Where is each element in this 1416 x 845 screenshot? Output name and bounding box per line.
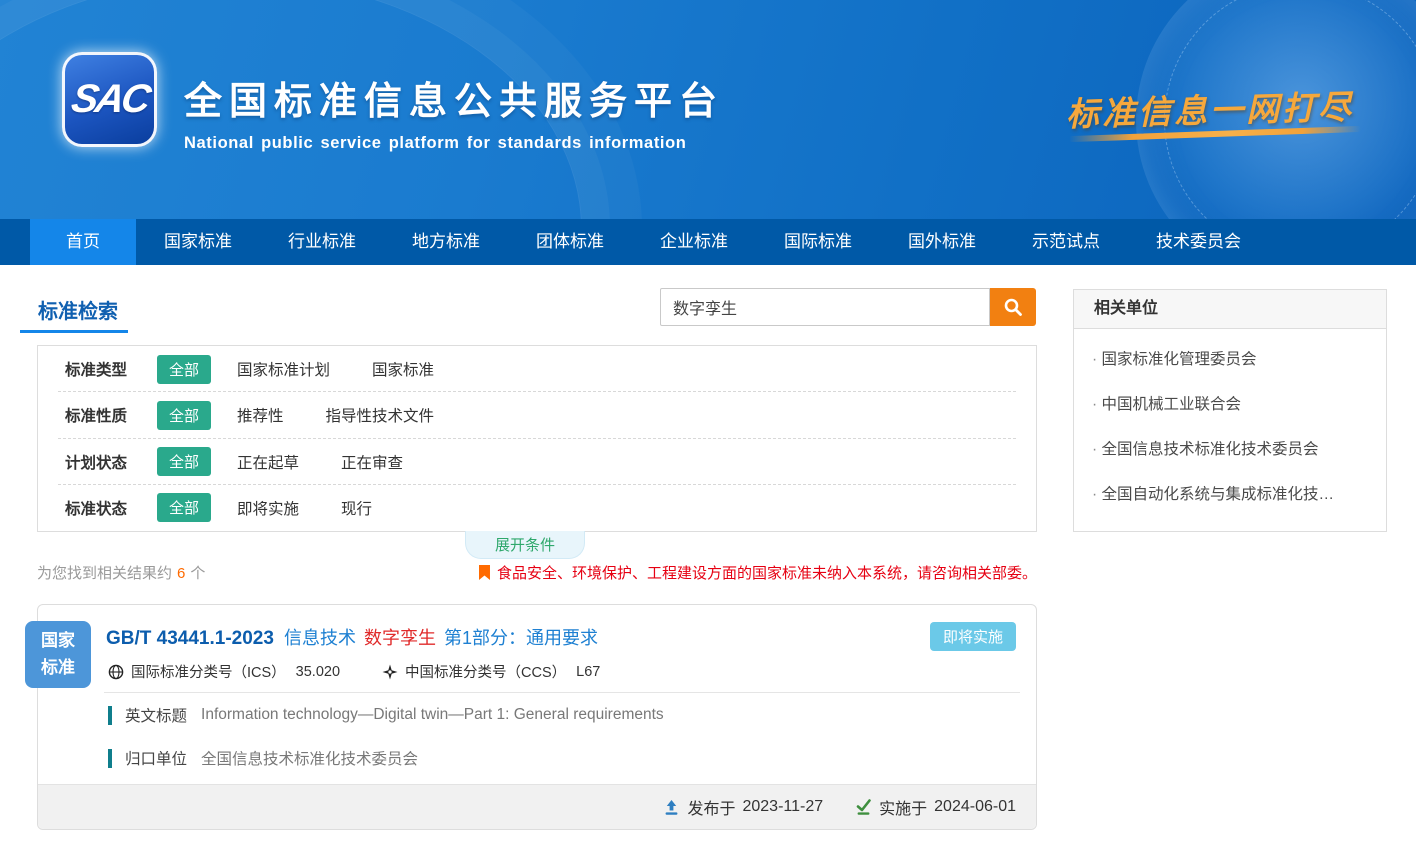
filter-all-button[interactable]: 全部 bbox=[157, 401, 211, 430]
publish-upload-icon bbox=[663, 799, 680, 816]
card-footer: 发布于 2023-11-27 实施于 2024-06-01 bbox=[38, 784, 1036, 829]
published-date-group: 发布于 2023-11-27 bbox=[663, 795, 823, 819]
implemented-date-group: 实施于 2024-06-01 bbox=[855, 795, 1016, 819]
filter-all-button[interactable]: 全部 bbox=[157, 493, 211, 522]
search-button[interactable] bbox=[990, 288, 1036, 326]
filter-label: 计划状态 bbox=[65, 451, 157, 473]
ccs-label: 中国标准分类号（CCS） bbox=[405, 661, 566, 682]
row-accent-bar bbox=[108, 749, 112, 768]
expand-conditions-button[interactable]: 展开条件 bbox=[465, 531, 585, 559]
related-unit-link[interactable]: 全国自动化系统与集成标准化技… bbox=[1092, 472, 1368, 517]
site-title-cn: 全国标准信息公共服务平台 bbox=[184, 70, 724, 125]
results-count-suffix: 个 bbox=[190, 565, 205, 582]
result-card: 国家 标准 GB/T 43441.1-2023 信息技术数字孪生第1部分：通用要求… bbox=[37, 604, 1037, 830]
filter-row-standard-nature: 标准性质 全部 推荐性 指导性技术文件 bbox=[38, 392, 1036, 438]
related-unit-link[interactable]: 国家标准化管理委员会 bbox=[1092, 337, 1368, 382]
badge-line1: 国家 bbox=[41, 628, 75, 654]
filter-all-button[interactable]: 全部 bbox=[157, 355, 211, 384]
nav-item-international-standards[interactable]: 国际标准 bbox=[756, 219, 880, 265]
nav-item-enterprise-standards[interactable]: 企业标准 bbox=[632, 219, 756, 265]
filter-option[interactable]: 推荐性 bbox=[237, 404, 284, 426]
page: 标准信息一网打尽 SAC 全国标准信息公共服务平台 National publi… bbox=[0, 0, 1416, 845]
site-title-en: National public service platform for sta… bbox=[184, 134, 724, 153]
filter-option[interactable]: 指导性技术文件 bbox=[326, 404, 435, 426]
results-info-row: 为您找到相关结果约 6个 食品安全、环境保护、工程建设方面的国家标准未纳入本系统，… bbox=[37, 562, 1037, 583]
filter-option[interactable]: 国家标准 bbox=[372, 358, 434, 380]
related-units-list: 国家标准化管理委员会 中国机械工业联合会 全国信息技术标准化技术委员会 全国自动… bbox=[1074, 329, 1386, 531]
sac-logo-text: SAC bbox=[68, 77, 151, 122]
nav-item-pilot[interactable]: 示范试点 bbox=[1004, 219, 1128, 265]
national-standard-badge: 国家 标准 bbox=[25, 621, 91, 688]
bookmark-icon bbox=[479, 565, 490, 580]
card-separator bbox=[104, 692, 1020, 693]
filter-all-button[interactable]: 全部 bbox=[157, 447, 211, 476]
filter-option[interactable]: 即将实施 bbox=[237, 497, 299, 519]
standard-title-highlight: 数字孪生 bbox=[364, 628, 436, 648]
filter-label: 标准性质 bbox=[65, 404, 157, 426]
english-title-row: 英文标题 Information technology—Digital twin… bbox=[108, 704, 664, 726]
standard-title-part1: 信息技术 bbox=[284, 628, 356, 648]
filter-option[interactable]: 国家标准计划 bbox=[237, 358, 330, 380]
filter-label: 标准类型 bbox=[65, 358, 157, 380]
committee-label: 归口单位 bbox=[125, 747, 187, 769]
filter-panel: 标准类型 全部 国家标准计划 国家标准 标准性质 全部 推荐性 指导性技术文件 … bbox=[37, 345, 1037, 532]
search-icon bbox=[1003, 297, 1023, 317]
filter-option[interactable]: 现行 bbox=[341, 497, 372, 519]
sac-logo[interactable]: SAC bbox=[62, 52, 157, 147]
badge-line2: 标准 bbox=[41, 655, 75, 681]
notice-text: 食品安全、环境保护、工程建设方面的国家标准未纳入本系统，请咨询相关部委。 bbox=[497, 562, 1037, 583]
compass-icon bbox=[382, 664, 398, 680]
filter-row-standard-status: 标准状态 全部 即将实施 现行 bbox=[38, 485, 1036, 531]
nav-item-national-standards[interactable]: 国家标准 bbox=[136, 219, 260, 265]
english-title-value: Information technology—Digital twin—Part… bbox=[201, 706, 664, 724]
implemented-date: 2024-06-01 bbox=[934, 798, 1016, 816]
results-count-number: 6 bbox=[177, 565, 185, 582]
nav-item-technical-committees[interactable]: 技术委员会 bbox=[1128, 219, 1269, 265]
results-count: 为您找到相关结果约 6个 bbox=[37, 562, 205, 583]
classification-meta-row: 国际标准分类号（ICS） 35.020 中国标准分类号（CCS） L67 bbox=[108, 661, 600, 682]
related-unit-link[interactable]: 全国信息技术标准化技术委员会 bbox=[1092, 427, 1368, 472]
implement-check-icon bbox=[855, 799, 872, 816]
nav-item-group-standards[interactable]: 团体标准 bbox=[508, 219, 632, 265]
nav-item-foreign-standards[interactable]: 国外标准 bbox=[880, 219, 1004, 265]
committee-row: 归口单位 全国信息技术标准化技术委员会 bbox=[108, 747, 418, 769]
english-title-label: 英文标题 bbox=[125, 704, 187, 726]
published-label: 发布于 bbox=[687, 795, 735, 819]
search-input[interactable] bbox=[660, 288, 990, 326]
status-badge: 即将实施 bbox=[930, 622, 1016, 651]
section-title-standard-search: 标准检索 bbox=[38, 295, 118, 324]
related-units-title: 相关单位 bbox=[1074, 290, 1386, 329]
nav-item-home[interactable]: 首页 bbox=[30, 219, 136, 265]
standard-title-part2: 第1部分：通用要求 bbox=[444, 628, 598, 648]
ccs-value: L67 bbox=[576, 664, 600, 680]
implemented-label: 实施于 bbox=[879, 795, 927, 819]
row-accent-bar bbox=[108, 706, 112, 725]
site-titles: 全国标准信息公共服务平台 National public service pla… bbox=[184, 70, 724, 153]
site-header: 标准信息一网打尽 SAC 全国标准信息公共服务平台 National publi… bbox=[0, 0, 1416, 219]
globe-icon bbox=[108, 664, 124, 680]
filter-option[interactable]: 正在审查 bbox=[341, 451, 403, 473]
section-title-underline bbox=[20, 330, 128, 333]
standard-title-link[interactable]: GB/T 43441.1-2023 信息技术数字孪生第1部分：通用要求 bbox=[106, 624, 598, 650]
related-unit-link[interactable]: 中国机械工业联合会 bbox=[1092, 382, 1368, 427]
standard-code: GB/T 43441.1-2023 bbox=[106, 628, 274, 649]
filter-row-standard-type: 标准类型 全部 国家标准计划 国家标准 bbox=[38, 346, 1036, 392]
results-count-prefix: 为您找到相关结果约 bbox=[37, 565, 172, 582]
committee-value: 全国信息技术标准化技术委员会 bbox=[201, 747, 418, 769]
filter-row-plan-status: 计划状态 全部 正在起草 正在审查 bbox=[38, 439, 1036, 485]
published-date: 2023-11-27 bbox=[742, 798, 823, 816]
system-notice: 食品安全、环境保护、工程建设方面的国家标准未纳入本系统，请咨询相关部委。 bbox=[479, 562, 1037, 583]
nav-item-local-standards[interactable]: 地方标准 bbox=[384, 219, 508, 265]
main-nav: 首页 国家标准 行业标准 地方标准 团体标准 企业标准 国际标准 国外标准 示范… bbox=[0, 219, 1416, 265]
nav-item-industry-standards[interactable]: 行业标准 bbox=[260, 219, 384, 265]
ics-value: 35.020 bbox=[296, 664, 340, 680]
ics-label: 国际标准分类号（ICS） bbox=[131, 661, 286, 682]
filter-label: 标准状态 bbox=[65, 497, 157, 519]
filter-option[interactable]: 正在起草 bbox=[237, 451, 299, 473]
related-units-panel: 相关单位 国家标准化管理委员会 中国机械工业联合会 全国信息技术标准化技术委员会… bbox=[1073, 289, 1387, 532]
